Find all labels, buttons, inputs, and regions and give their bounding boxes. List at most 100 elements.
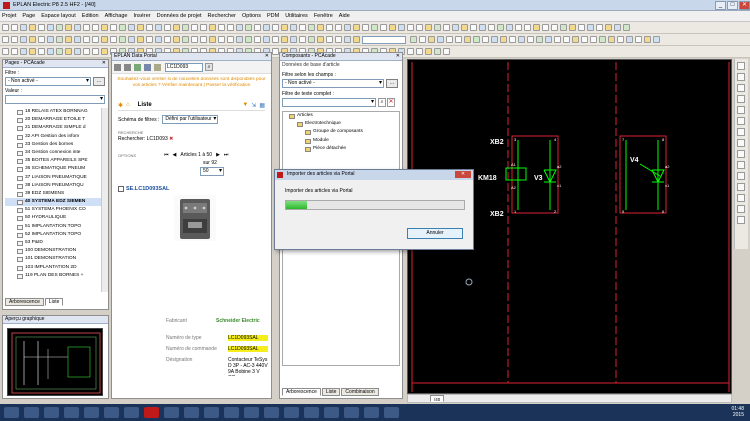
toolbar-button-icon[interactable]	[209, 36, 216, 43]
page-list-item[interactable]: 51 IMPLANTATION TOPO	[5, 223, 101, 231]
toolbar-button-icon[interactable]	[434, 24, 441, 31]
toolbar-button-icon[interactable]	[182, 36, 189, 43]
toolbar-button-icon[interactable]	[272, 36, 279, 43]
toolbar-button-icon[interactable]	[344, 24, 351, 31]
toolbar-button-icon[interactable]	[335, 24, 342, 31]
page-list-item[interactable]: 37 LIAISON PNEUMATIQUE	[5, 174, 101, 182]
toolbar-button-icon[interactable]	[497, 24, 504, 31]
page-list-item[interactable]: 119 PLAN DES BORNES +	[5, 272, 101, 280]
toolbar-button-icon[interactable]	[524, 24, 531, 31]
taskbar-app-icon[interactable]	[24, 407, 39, 418]
toolbar-button-icon[interactable]	[20, 24, 27, 31]
toolbar-button-icon[interactable]	[326, 36, 333, 43]
toolbar-button-icon[interactable]	[587, 24, 594, 31]
page-list-item[interactable]: 50 HYDRAULIQUE	[5, 214, 101, 222]
toolbar-button-icon[interactable]	[443, 24, 450, 31]
toolbar-button-icon[interactable]	[191, 36, 198, 43]
vertical-toolbar-button-icon[interactable]	[737, 106, 745, 114]
toolbar-button-icon[interactable]	[506, 24, 513, 31]
toolbar-button-icon[interactable]	[38, 36, 45, 43]
toolbar-button-icon[interactable]	[29, 36, 36, 43]
back-icon[interactable]	[114, 63, 121, 71]
filter-scheme-select[interactable]: Défini par l'utilisateur	[162, 115, 219, 124]
toolbar-button-icon[interactable]	[461, 24, 468, 31]
toolbar-button-icon[interactable]	[554, 36, 561, 43]
toolbar-button-icon[interactable]	[407, 48, 414, 55]
toolbar-button-icon[interactable]	[245, 24, 252, 31]
toolbar-button-icon[interactable]	[119, 24, 126, 31]
taskbar-app-icon[interactable]	[84, 407, 99, 418]
vertical-toolbar-button-icon[interactable]	[737, 128, 745, 136]
toolbar-button-icon[interactable]	[623, 24, 630, 31]
menu-item-3[interactable]: Edition	[82, 13, 99, 19]
toolbar-button-icon[interactable]	[572, 36, 579, 43]
toolbar-button-icon[interactable]	[617, 36, 624, 43]
toolbar-button-icon[interactable]	[290, 24, 297, 31]
toolbar-button-icon[interactable]	[236, 24, 243, 31]
toolbar-button-icon[interactable]	[29, 48, 36, 55]
forward-icon[interactable]	[124, 63, 131, 71]
vertical-toolbar-button-icon[interactable]	[737, 194, 745, 202]
taskbar-app-icon[interactable]	[124, 407, 139, 418]
component-tree-item[interactable]: Articles	[283, 112, 399, 120]
toolbar-button-icon[interactable]	[227, 24, 234, 31]
toolbar-button-icon[interactable]	[182, 24, 189, 31]
page-list-item[interactable]: 33 Gestion des bornes	[5, 141, 101, 149]
toolbar-button-icon[interactable]	[200, 24, 207, 31]
toolbar-button-icon[interactable]	[626, 36, 633, 43]
toolbar-button-icon[interactable]	[398, 24, 405, 31]
article-checkbox[interactable]	[118, 186, 124, 192]
toolbar-button-icon[interactable]	[272, 48, 279, 55]
per-page-select[interactable]: 50	[200, 167, 224, 176]
toolbar-button-icon[interactable]	[173, 36, 180, 43]
toolbar-button-icon[interactable]	[599, 36, 606, 43]
toolbar-button-icon[interactable]	[362, 24, 369, 31]
toolbar-button-icon[interactable]	[137, 24, 144, 31]
taskbar-app-icon[interactable]	[244, 407, 259, 418]
toolbar-button-icon[interactable]	[137, 36, 144, 43]
terminal-block-xb2[interactable]	[505, 135, 559, 214]
page-list-item[interactable]: 52 IMPLANTATION TOPO	[5, 231, 101, 239]
toolbar-button-icon[interactable]	[371, 24, 378, 31]
toolbar-button-icon[interactable]	[254, 24, 261, 31]
toolbar-button-icon[interactable]	[416, 48, 423, 55]
toolbar-button-icon[interactable]	[146, 24, 153, 31]
toolbar-button-icon[interactable]	[437, 36, 444, 43]
menu-item-4[interactable]: Affichage	[105, 13, 128, 19]
toolbar-button-icon[interactable]	[482, 36, 489, 43]
page-list-item[interactable]: 101 DEMONSTRATION	[5, 255, 101, 263]
toolbar-button-icon[interactable]	[527, 36, 534, 43]
toolbar-button-icon[interactable]	[92, 48, 99, 55]
toolbar-button-icon[interactable]	[272, 24, 279, 31]
toolbar-button-icon[interactable]	[47, 48, 54, 55]
toolbar-button-icon[interactable]	[569, 24, 576, 31]
toolbar-button-icon[interactable]	[470, 24, 477, 31]
toolbar-button-icon[interactable]	[2, 24, 9, 31]
toolbar-button-icon[interactable]	[101, 48, 108, 55]
component-tree-item[interactable]: Electrotechnique	[283, 120, 399, 128]
menu-item-1[interactable]: Page	[22, 13, 35, 19]
taskbar-app-icon[interactable]	[164, 407, 179, 418]
close-icon[interactable]: ✕	[102, 60, 106, 67]
taskbar-app-icon[interactable]	[4, 407, 19, 418]
toolbar-button-icon[interactable]	[92, 36, 99, 43]
toolbar-button-icon[interactable]	[155, 36, 162, 43]
toolbar-button-icon[interactable]	[608, 36, 615, 43]
minimize-button[interactable]: _	[715, 0, 726, 10]
toolbar-button-icon[interactable]	[389, 24, 396, 31]
toolbar-button-icon[interactable]	[335, 36, 342, 43]
tab-arborescence[interactable]: Arborescence	[282, 388, 321, 396]
toolbar-button-icon[interactable]	[614, 24, 621, 31]
diode-group-v4[interactable]	[619, 135, 667, 214]
menu-item-5[interactable]: Insérer	[133, 13, 150, 19]
page-list-item[interactable]: 39 EDZ SIEMENS	[5, 190, 101, 198]
filter-more-button[interactable]: ...	[93, 77, 105, 86]
toolbar-button-icon[interactable]	[200, 36, 207, 43]
layout-icon[interactable]: ▦	[259, 102, 265, 109]
page-list-item[interactable]: 36 SCHEMATIQUE PNEUM	[5, 165, 101, 173]
toolbar-button-icon[interactable]	[563, 36, 570, 43]
toolbar-button-icon[interactable]	[509, 36, 516, 43]
toolbar-combo[interactable]	[362, 35, 406, 44]
toolbar-button-icon[interactable]	[425, 24, 432, 31]
tab-page-40[interactable]: /40	[430, 395, 445, 402]
